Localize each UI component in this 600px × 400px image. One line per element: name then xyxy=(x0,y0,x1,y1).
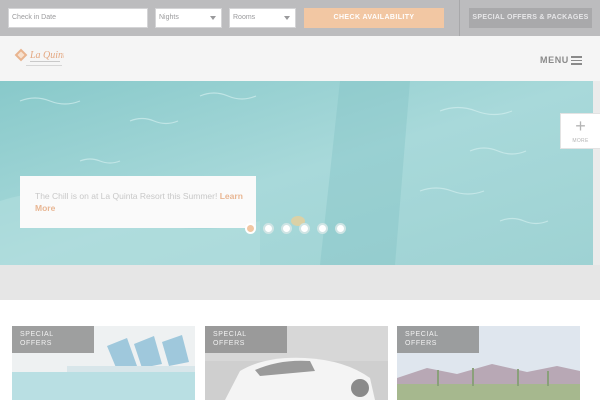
la-quinta-logo[interactable]: La Quinta xyxy=(14,45,71,71)
slide-dot-1[interactable] xyxy=(245,223,256,234)
card-label: SPECIAL OFFERS xyxy=(397,326,479,353)
special-offers-card-1[interactable]: SPECIAL OFFERS xyxy=(12,326,195,400)
special-offers-card-3[interactable]: SPECIAL OFFERS xyxy=(397,326,580,400)
menu-label[interactable]: MENU xyxy=(540,55,569,65)
plus-icon: + xyxy=(575,116,586,136)
slide-dot-6[interactable] xyxy=(335,223,346,234)
hero-image xyxy=(0,81,593,265)
check-in-date-input[interactable]: Check in Date xyxy=(8,8,148,28)
rooms-label: Rooms xyxy=(233,14,256,21)
section-divider xyxy=(0,265,600,300)
card-label-line-2: OFFERS xyxy=(20,339,52,347)
card-label-line-2: OFFERS xyxy=(405,339,437,347)
card-label-line-1: SPECIAL xyxy=(405,331,439,338)
nights-select[interactable]: Nights xyxy=(155,8,222,28)
card-label: SPECIAL OFFERS xyxy=(12,326,94,353)
chevron-down-icon xyxy=(284,16,290,20)
booking-bar: Check in Date Nights Rooms CHECK AVAILAB… xyxy=(0,0,600,36)
card-label-line-1: SPECIAL xyxy=(20,331,54,338)
svg-text:La Quinta: La Quinta xyxy=(29,50,64,61)
hero-caption-text: The Chill is on at La Quinta Resort this… xyxy=(35,190,245,214)
card-label: SPECIAL OFFERS xyxy=(205,326,287,353)
chevron-down-icon xyxy=(210,16,216,20)
special-offers-button[interactable]: SPECIAL OFFERS & PACKAGES xyxy=(469,8,592,28)
divider xyxy=(459,0,460,36)
slide-dot-4[interactable] xyxy=(299,223,310,234)
card-label-line-2: OFFERS xyxy=(213,339,245,347)
slide-dot-3[interactable] xyxy=(281,223,292,234)
hero-caption-box: The Chill is on at La Quinta Resort this… xyxy=(20,176,256,228)
more-tab[interactable]: + MORE xyxy=(560,113,600,149)
check-availability-button[interactable]: CHECK AVAILABILITY xyxy=(304,8,444,28)
card-label-line-1: SPECIAL xyxy=(213,331,247,338)
more-label: MORE xyxy=(572,138,589,144)
scrollbar[interactable] xyxy=(593,81,600,265)
slide-dot-5[interactable] xyxy=(317,223,328,234)
site-header: La Quinta MENU xyxy=(0,36,600,81)
special-offers-card-2[interactable]: SPECIAL OFFERS xyxy=(205,326,388,400)
rooms-select[interactable]: Rooms xyxy=(229,8,296,28)
check-in-placeholder: Check in Date xyxy=(12,14,56,21)
nights-label: Nights xyxy=(159,14,179,21)
hero-caption: The Chill is on at La Quinta Resort this… xyxy=(35,191,218,201)
slide-dot-2[interactable] xyxy=(263,223,274,234)
hamburger-icon[interactable] xyxy=(571,56,582,65)
